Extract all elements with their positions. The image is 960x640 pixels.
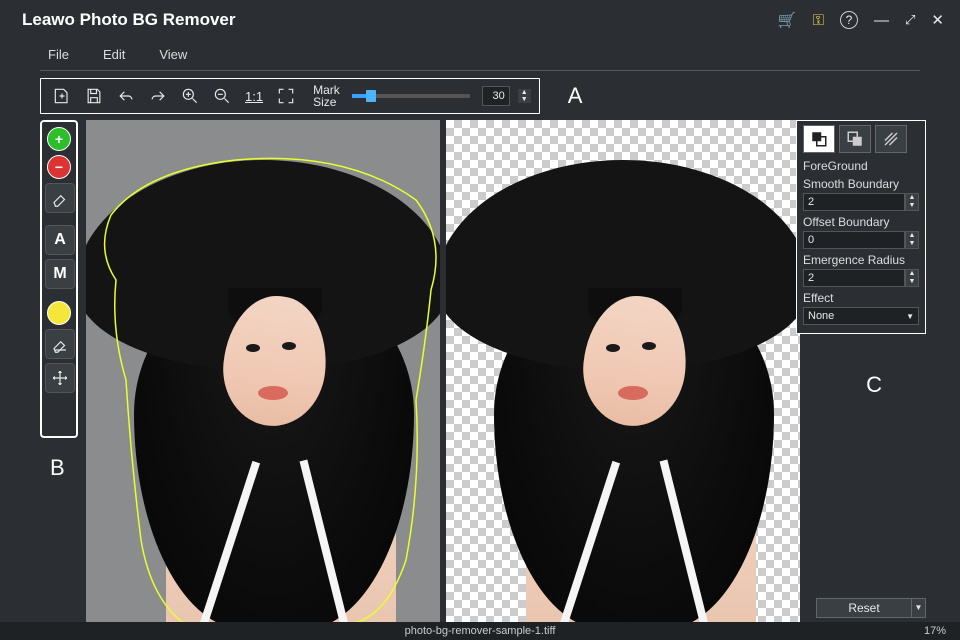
mark-size-slider[interactable]	[352, 94, 470, 98]
mark-remove-tool[interactable]: −	[47, 155, 71, 179]
menu-file[interactable]: File	[48, 47, 69, 62]
auto-mode-button[interactable]: A	[45, 225, 75, 255]
reset-button[interactable]: Reset	[816, 598, 912, 618]
minimize-button[interactable]: —	[874, 12, 889, 29]
emergence-radius-spinner[interactable]: ▲▼	[905, 269, 919, 287]
undo-button[interactable]	[113, 83, 139, 109]
mark-size-label: MarkSize	[313, 84, 340, 108]
smooth-boundary-spinner[interactable]: ▲▼	[905, 193, 919, 211]
close-button[interactable]: ✕	[931, 11, 944, 29]
emergence-radius-label: Emergence Radius	[803, 253, 919, 267]
source-canvas[interactable]	[86, 120, 440, 625]
annotation-a: A	[568, 83, 583, 109]
statusbar: photo-bg-remover-sample-1.tiff 17%	[0, 622, 960, 640]
menu-edit[interactable]: Edit	[103, 47, 125, 62]
zoom-in-button[interactable]	[177, 83, 203, 109]
smooth-boundary-label: Smooth Boundary	[803, 177, 919, 191]
key-icon[interactable]: ⚿	[813, 12, 824, 29]
result-image	[446, 120, 800, 625]
add-file-button[interactable]	[49, 83, 75, 109]
smooth-boundary-input[interactable]: 2	[803, 193, 905, 211]
panel-tab-background[interactable]	[839, 125, 871, 153]
properties-panel: ForeGround Smooth Boundary 2 ▲▼ Offset B…	[796, 120, 926, 334]
save-button[interactable]	[81, 83, 107, 109]
annotation-b: B	[50, 455, 65, 481]
actual-size-button[interactable]: 1:1	[241, 89, 267, 104]
cart-icon[interactable]: 🛒	[778, 11, 797, 29]
emergence-radius-input[interactable]: 2	[803, 269, 905, 287]
titlebar: Leawo Photo BG Remover 🛒 ⚿ ? — ⤢ ✕	[0, 0, 960, 40]
zoom-out-button[interactable]	[209, 83, 235, 109]
offset-boundary-label: Offset Boundary	[803, 215, 919, 229]
app-title: Leawo Photo BG Remover	[10, 10, 235, 30]
top-toolbar: 1:1 MarkSize 30 ▲▼	[40, 78, 540, 114]
outline-color-tool[interactable]	[47, 301, 71, 325]
manual-mode-button[interactable]: M	[45, 259, 75, 289]
left-toolbar: + − A M	[40, 120, 78, 438]
annotation-c: C	[866, 372, 882, 398]
help-icon[interactable]: ?	[840, 11, 858, 29]
eraser-outline-tool[interactable]	[45, 329, 75, 359]
menu-view[interactable]: View	[159, 47, 187, 62]
redo-button[interactable]	[145, 83, 171, 109]
reset-dropdown[interactable]: ▼	[912, 598, 926, 618]
effect-select[interactable]: None▼	[803, 307, 919, 325]
result-canvas[interactable]	[446, 120, 800, 625]
offset-boundary-input[interactable]: 0	[803, 231, 905, 249]
effect-label: Effect	[803, 291, 919, 305]
maximize-button[interactable]: ⤢	[905, 12, 915, 28]
eraser-tool[interactable]	[45, 183, 75, 213]
mark-size-spinner[interactable]: ▲▼	[518, 89, 531, 103]
menubar: File Edit View	[0, 40, 960, 68]
subject-image	[86, 120, 440, 625]
fit-screen-button[interactable]	[273, 83, 299, 109]
panel-tab-foreground[interactable]	[803, 125, 835, 153]
mark-size-value[interactable]: 30	[482, 86, 510, 106]
move-tool[interactable]	[45, 363, 75, 393]
status-zoom: 17%	[924, 625, 946, 637]
status-filename: photo-bg-remover-sample-1.tiff	[405, 625, 556, 637]
section-label: ForeGround	[803, 159, 919, 173]
divider	[40, 70, 920, 71]
offset-boundary-spinner[interactable]: ▲▼	[905, 231, 919, 249]
mark-keep-tool[interactable]: +	[47, 127, 71, 151]
panel-tab-edge[interactable]	[875, 125, 907, 153]
